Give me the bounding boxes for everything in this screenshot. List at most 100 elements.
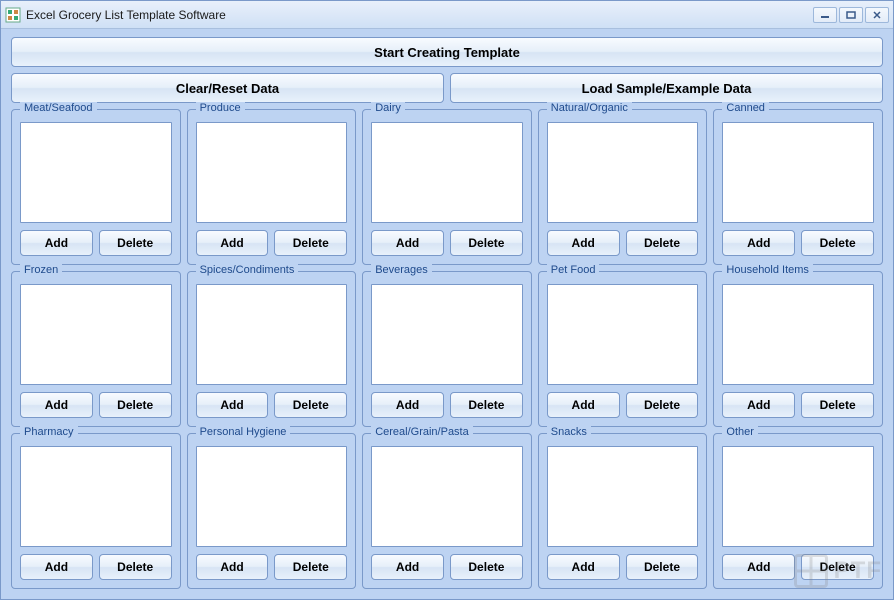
- category-group-canned: CannedAddDelete: [713, 109, 883, 265]
- app-icon: [5, 7, 21, 23]
- add-button-beverages[interactable]: Add: [371, 392, 444, 418]
- category-title-other: Other: [722, 426, 758, 438]
- group-buttons-canned: AddDelete: [722, 230, 874, 256]
- delete-button-dairy[interactable]: Delete: [450, 230, 523, 256]
- listbox-other[interactable]: [722, 446, 874, 547]
- category-group-meat-seafood: Meat/SeafoodAddDelete: [11, 109, 181, 265]
- category-group-frozen: FrozenAddDelete: [11, 271, 181, 427]
- category-title-personal-hygiene: Personal Hygiene: [196, 426, 291, 438]
- category-title-natural-organic: Natural/Organic: [547, 102, 632, 114]
- delete-button-snacks[interactable]: Delete: [626, 554, 699, 580]
- listbox-natural-organic[interactable]: [547, 122, 699, 223]
- add-button-household-items[interactable]: Add: [722, 392, 795, 418]
- group-buttons-dairy: AddDelete: [371, 230, 523, 256]
- delete-button-pharmacy[interactable]: Delete: [99, 554, 172, 580]
- group-buttons-beverages: AddDelete: [371, 392, 523, 418]
- listbox-meat-seafood[interactable]: [20, 122, 172, 223]
- close-button[interactable]: [865, 7, 889, 23]
- add-button-frozen[interactable]: Add: [20, 392, 93, 418]
- listbox-household-items[interactable]: [722, 284, 874, 385]
- add-button-natural-organic[interactable]: Add: [547, 230, 620, 256]
- listbox-beverages[interactable]: [371, 284, 523, 385]
- group-buttons-spices-condiments: AddDelete: [196, 392, 348, 418]
- category-title-dairy: Dairy: [371, 102, 405, 114]
- add-button-other[interactable]: Add: [722, 554, 795, 580]
- category-group-natural-organic: Natural/OrganicAddDelete: [538, 109, 708, 265]
- delete-button-personal-hygiene[interactable]: Delete: [274, 554, 347, 580]
- category-title-cereal-grain-pasta: Cereal/Grain/Pasta: [371, 426, 473, 438]
- delete-button-meat-seafood[interactable]: Delete: [99, 230, 172, 256]
- category-title-produce: Produce: [196, 102, 245, 114]
- minimize-button[interactable]: [813, 7, 837, 23]
- group-buttons-natural-organic: AddDelete: [547, 230, 699, 256]
- listbox-canned[interactable]: [722, 122, 874, 223]
- category-title-pet-food: Pet Food: [547, 264, 600, 276]
- category-group-pharmacy: PharmacyAddDelete: [11, 433, 181, 589]
- delete-button-beverages[interactable]: Delete: [450, 392, 523, 418]
- group-buttons-meat-seafood: AddDelete: [20, 230, 172, 256]
- delete-button-natural-organic[interactable]: Delete: [626, 230, 699, 256]
- category-title-frozen: Frozen: [20, 264, 62, 276]
- add-button-pet-food[interactable]: Add: [547, 392, 620, 418]
- add-button-dairy[interactable]: Add: [371, 230, 444, 256]
- window-title: Excel Grocery List Template Software: [26, 8, 811, 22]
- listbox-pet-food[interactable]: [547, 284, 699, 385]
- add-button-pharmacy[interactable]: Add: [20, 554, 93, 580]
- group-buttons-frozen: AddDelete: [20, 392, 172, 418]
- group-buttons-personal-hygiene: AddDelete: [196, 554, 348, 580]
- delete-button-frozen[interactable]: Delete: [99, 392, 172, 418]
- group-buttons-pet-food: AddDelete: [547, 392, 699, 418]
- add-button-personal-hygiene[interactable]: Add: [196, 554, 269, 580]
- start-creating-template-button[interactable]: Start Creating Template: [11, 37, 883, 67]
- group-buttons-cereal-grain-pasta: AddDelete: [371, 554, 523, 580]
- clear-reset-button[interactable]: Clear/Reset Data: [11, 73, 444, 103]
- category-title-household-items: Household Items: [722, 264, 813, 276]
- delete-button-canned[interactable]: Delete: [801, 230, 874, 256]
- delete-button-produce[interactable]: Delete: [274, 230, 347, 256]
- category-group-produce: ProduceAddDelete: [187, 109, 357, 265]
- listbox-pharmacy[interactable]: [20, 446, 172, 547]
- category-title-beverages: Beverages: [371, 264, 432, 276]
- client-area: Start Creating Template Clear/Reset Data…: [1, 29, 893, 599]
- maximize-button[interactable]: [839, 7, 863, 23]
- delete-button-pet-food[interactable]: Delete: [626, 392, 699, 418]
- listbox-snacks[interactable]: [547, 446, 699, 547]
- category-group-personal-hygiene: Personal HygieneAddDelete: [187, 433, 357, 589]
- listbox-cereal-grain-pasta[interactable]: [371, 446, 523, 547]
- listbox-produce[interactable]: [196, 122, 348, 223]
- group-buttons-produce: AddDelete: [196, 230, 348, 256]
- listbox-frozen[interactable]: [20, 284, 172, 385]
- category-group-dairy: DairyAddDelete: [362, 109, 532, 265]
- group-buttons-other: AddDelete: [722, 554, 874, 580]
- delete-button-household-items[interactable]: Delete: [801, 392, 874, 418]
- add-button-snacks[interactable]: Add: [547, 554, 620, 580]
- add-button-spices-condiments[interactable]: Add: [196, 392, 269, 418]
- titlebar: Excel Grocery List Template Software: [1, 1, 893, 29]
- category-title-canned: Canned: [722, 102, 769, 114]
- add-button-meat-seafood[interactable]: Add: [20, 230, 93, 256]
- app-window: Excel Grocery List Template Software Sta…: [0, 0, 894, 600]
- delete-button-spices-condiments[interactable]: Delete: [274, 392, 347, 418]
- category-group-snacks: SnacksAddDelete: [538, 433, 708, 589]
- add-button-cereal-grain-pasta[interactable]: Add: [371, 554, 444, 580]
- category-title-meat-seafood: Meat/Seafood: [20, 102, 97, 114]
- group-buttons-household-items: AddDelete: [722, 392, 874, 418]
- listbox-personal-hygiene[interactable]: [196, 446, 348, 547]
- listbox-spices-condiments[interactable]: [196, 284, 348, 385]
- delete-button-other[interactable]: Delete: [801, 554, 874, 580]
- category-title-snacks: Snacks: [547, 426, 591, 438]
- category-title-pharmacy: Pharmacy: [20, 426, 78, 438]
- category-group-spices-condiments: Spices/CondimentsAddDelete: [187, 271, 357, 427]
- add-button-canned[interactable]: Add: [722, 230, 795, 256]
- category-group-cereal-grain-pasta: Cereal/Grain/PastaAddDelete: [362, 433, 532, 589]
- category-group-pet-food: Pet FoodAddDelete: [538, 271, 708, 427]
- delete-button-cereal-grain-pasta[interactable]: Delete: [450, 554, 523, 580]
- secondary-buttons-row: Clear/Reset Data Load Sample/Example Dat…: [11, 73, 883, 103]
- group-buttons-snacks: AddDelete: [547, 554, 699, 580]
- load-sample-button[interactable]: Load Sample/Example Data: [450, 73, 883, 103]
- categories-grid: Meat/SeafoodAddDeleteProduceAddDeleteDai…: [11, 109, 883, 589]
- category-group-beverages: BeveragesAddDelete: [362, 271, 532, 427]
- listbox-dairy[interactable]: [371, 122, 523, 223]
- add-button-produce[interactable]: Add: [196, 230, 269, 256]
- group-buttons-pharmacy: AddDelete: [20, 554, 172, 580]
